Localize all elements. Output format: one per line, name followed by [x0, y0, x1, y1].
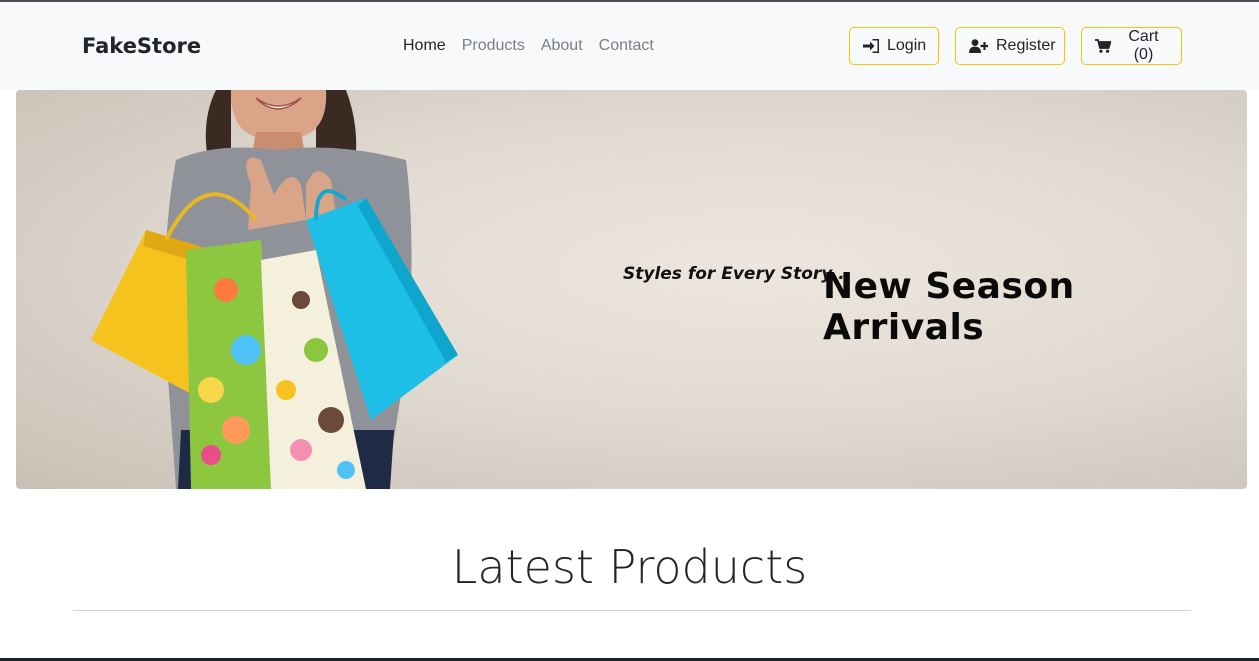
- user-plus-icon: [969, 39, 988, 53]
- shopping-cart-icon: [1095, 39, 1111, 53]
- cart-label: Cart (0): [1128, 28, 1159, 63]
- register-label: Register: [996, 37, 1056, 54]
- navbar: FakeStore Home Products About Contact Lo…: [0, 2, 1259, 90]
- login-label: Login: [887, 37, 927, 54]
- section-divider: [73, 610, 1191, 611]
- hero-title: New Season Arrivals: [823, 266, 1075, 348]
- nav-link-contact[interactable]: Contact: [599, 37, 654, 55]
- hero-tagline: Styles for Every Story .: [623, 264, 845, 284]
- sign-in-icon: [863, 39, 879, 53]
- nav-link-home[interactable]: Home: [403, 37, 446, 55]
- login-button[interactable]: Login: [849, 27, 939, 65]
- nav-links: Home Products About Contact: [403, 37, 654, 55]
- hero-banner: Styles for Every Story . New Season Arri…: [16, 90, 1247, 489]
- register-button[interactable]: Register: [955, 27, 1065, 65]
- nav-link-about[interactable]: About: [541, 37, 583, 55]
- nav-link-products[interactable]: Products: [462, 37, 525, 55]
- brand-logo[interactable]: FakeStore: [82, 34, 201, 58]
- latest-products-heading: Latest Products: [451, 540, 808, 594]
- hero-image: [91, 90, 458, 489]
- cart-button[interactable]: Cart (0): [1081, 27, 1182, 65]
